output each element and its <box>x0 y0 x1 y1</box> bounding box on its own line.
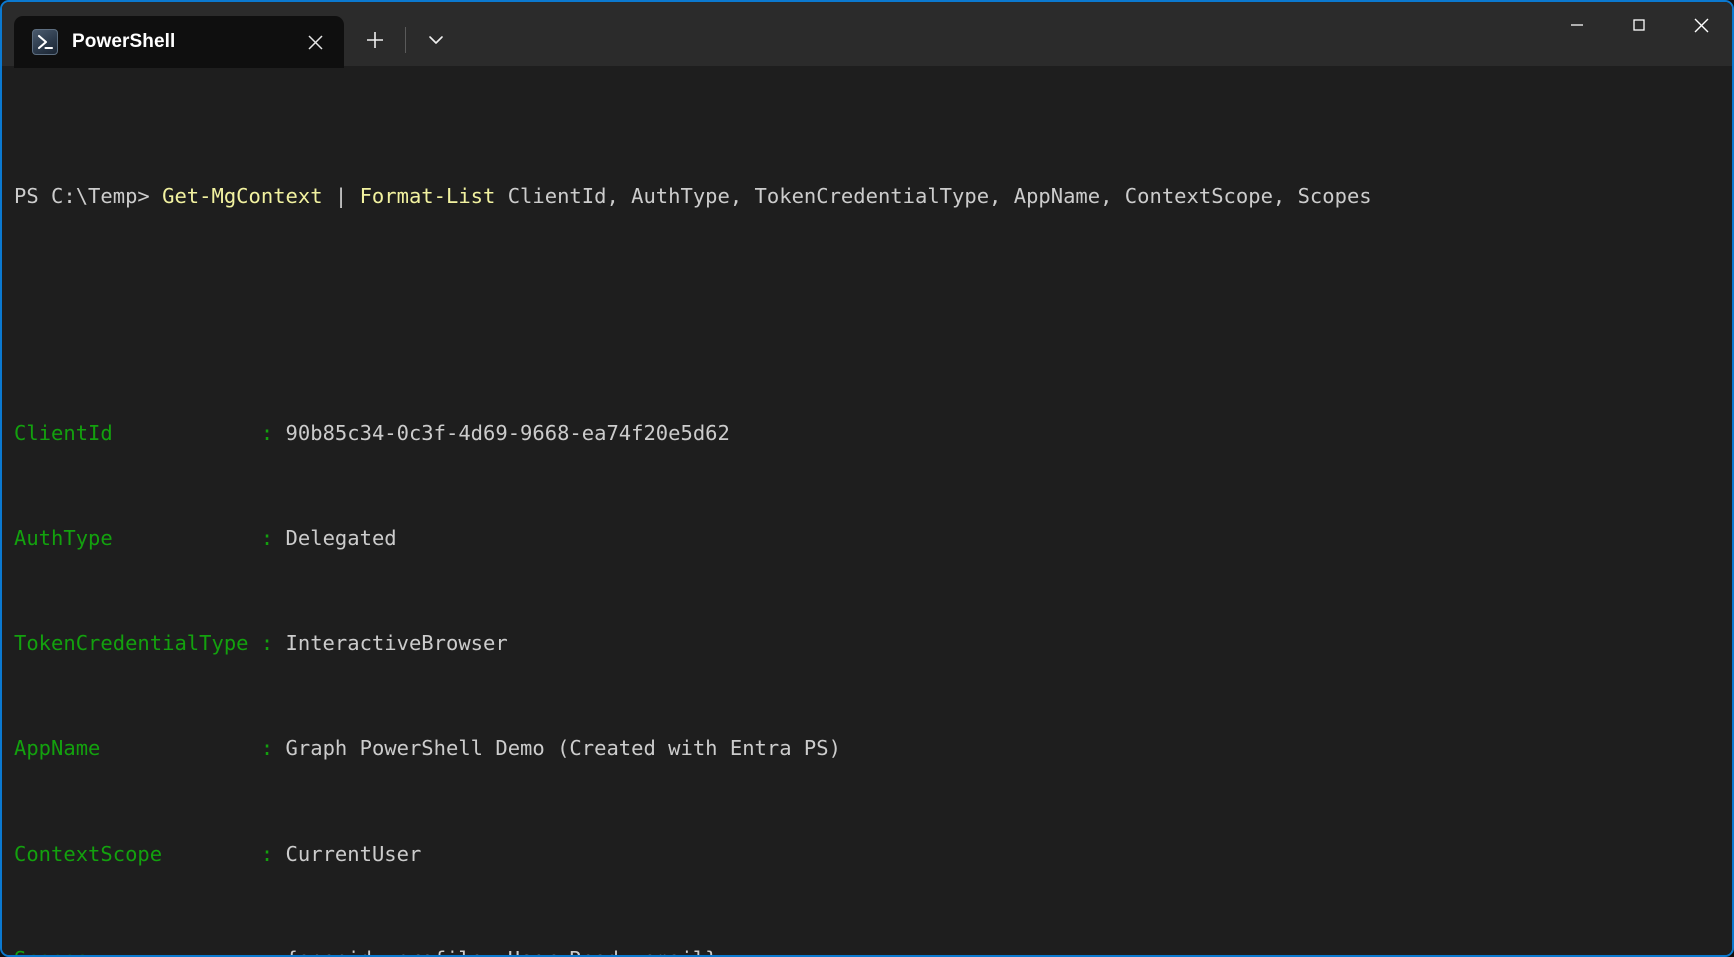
tab-divider <box>405 27 406 53</box>
terminal-area[interactable]: PS C:\Temp> Get-MgContext | Format-List … <box>2 66 1732 955</box>
tab-powershell[interactable]: PowerShell <box>14 16 344 68</box>
prop-value: CurrentUser <box>285 841 422 866</box>
minimize-button[interactable] <box>1546 2 1608 48</box>
close-tab-icon[interactable] <box>300 27 330 57</box>
terminal-window: PowerShell PS C:\Temp> Get-MgContext | F… <box>0 0 1734 957</box>
new-tab-icon[interactable] <box>354 19 396 61</box>
command-line-1: PS C:\Temp> Get-MgContext | Format-List … <box>14 183 1732 209</box>
prop-name: AppName <box>14 736 101 761</box>
prop-sep: : <box>260 841 286 866</box>
prompt-1: PS C:\Temp> <box>14 184 163 209</box>
prop-pad <box>113 526 261 550</box>
prop-sep: : <box>260 526 286 551</box>
output-row-contextscope: ContextScope : CurrentUser <box>14 841 1732 867</box>
prop-pad <box>113 421 261 445</box>
maximize-button[interactable] <box>1608 2 1670 48</box>
prop-pad <box>162 842 261 866</box>
console-output: PS C:\Temp> Get-MgContext | Format-List … <box>14 78 1732 955</box>
title-bar: PowerShell <box>2 2 1732 68</box>
prop-name: ContextScope <box>14 841 163 866</box>
prop-sep: : <box>260 420 286 445</box>
prop-value: Graph PowerShell Demo (Created with Entr… <box>285 736 841 761</box>
tab-title: PowerShell <box>72 31 176 52</box>
powershell-icon <box>32 29 58 55</box>
cmdlet-format-list: Format-List <box>359 184 496 209</box>
pipe-operator: | <box>322 184 360 209</box>
output-row-tokencredentialtype: TokenCredentialType : InteractiveBrowser <box>14 630 1732 656</box>
close-window-button[interactable] <box>1670 2 1732 48</box>
output-row-appname: AppName : Graph PowerShell Demo (Created… <box>14 735 1732 761</box>
format-list-args: ClientId, AuthType, TokenCredentialType,… <box>495 184 1372 209</box>
prop-pad <box>249 631 261 655</box>
output-row-scopes: Scopes : {openid, profile, User.Read, em… <box>14 946 1732 955</box>
prop-value: 90b85c34-0c3f-4d69-9668-ea74f20e5d62 <box>285 420 730 445</box>
prop-pad <box>88 947 261 955</box>
prop-sep: : <box>260 631 286 656</box>
cmdlet-get-mgcontext: Get-MgContext <box>162 184 323 209</box>
prop-name: Scopes <box>14 947 88 955</box>
output-row-clientid: ClientId : 90b85c34-0c3f-4d69-9668-ea74f… <box>14 420 1732 446</box>
prop-sep: : <box>260 736 286 761</box>
window-controls <box>1546 2 1732 66</box>
new-tab-area <box>344 14 457 66</box>
tab-strip: PowerShell <box>2 2 457 68</box>
prop-name: TokenCredentialType <box>14 631 249 656</box>
prop-value: InteractiveBrowser <box>285 631 508 656</box>
prop-sep: : <box>261 947 286 955</box>
prop-name: AuthType <box>14 526 113 551</box>
prop-name: ClientId <box>14 420 113 445</box>
prop-value: {openid, profile, User.Read, email} <box>286 947 718 955</box>
prop-value: Delegated <box>285 526 397 551</box>
output-row-authtype: AuthType : Delegated <box>14 525 1732 551</box>
chevron-down-icon[interactable] <box>415 19 457 61</box>
prop-pad <box>100 736 260 760</box>
